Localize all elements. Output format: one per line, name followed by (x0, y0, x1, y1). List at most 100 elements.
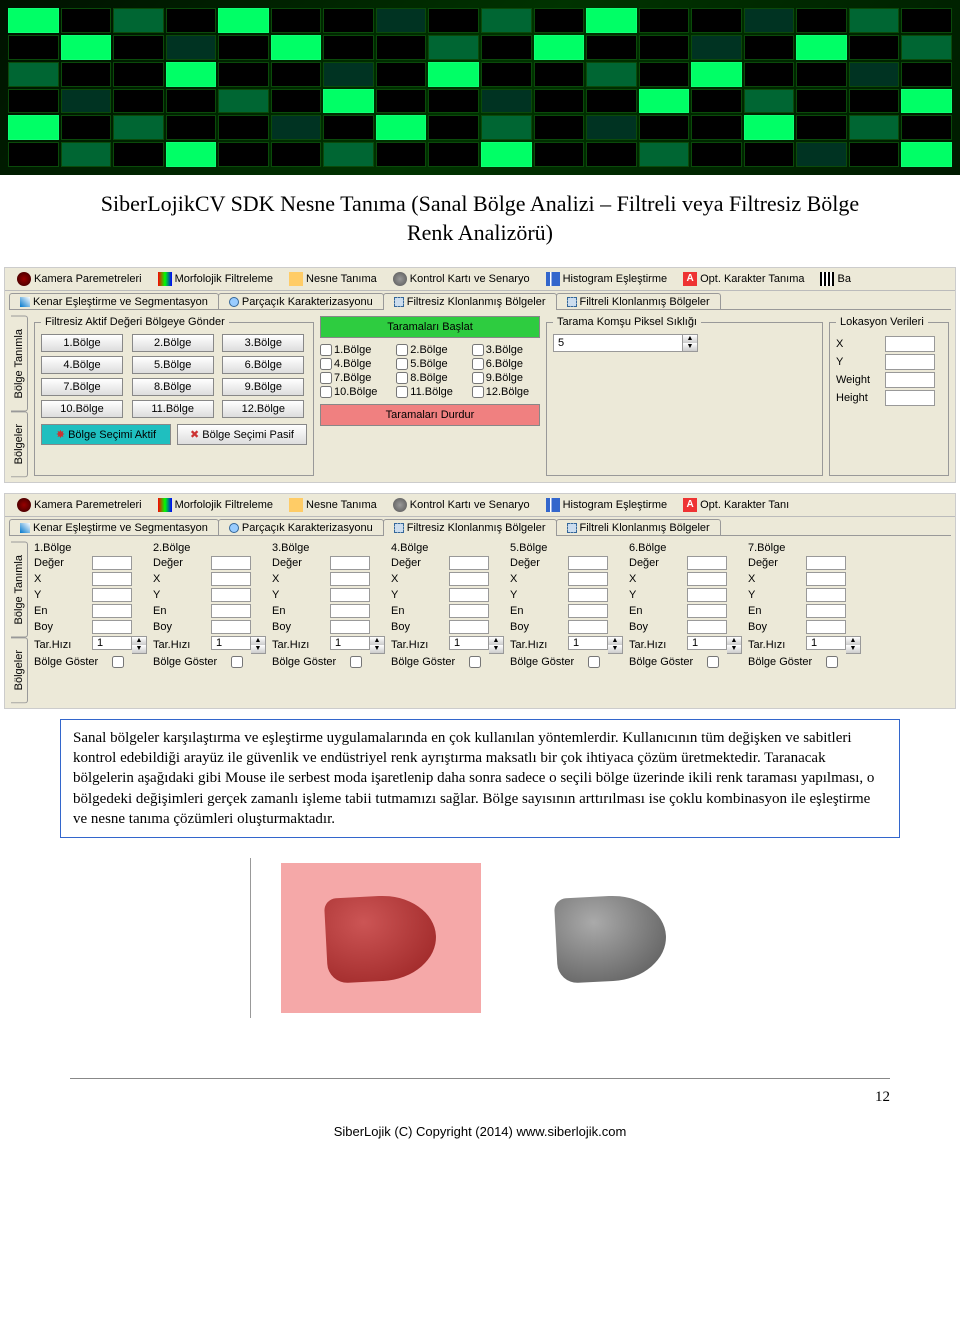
chk-bolge-2[interactable]: 2.Bölge (396, 344, 463, 356)
chk-bolge-1[interactable]: 1.Bölge (320, 344, 388, 356)
x-input[interactable] (330, 572, 370, 586)
en-input[interactable] (449, 604, 489, 618)
lok-h-input[interactable] (885, 390, 935, 406)
spin-down-icon[interactable]: ▼ (727, 645, 741, 653)
chk-bolge-12-input[interactable] (472, 386, 484, 398)
chk-bolge-9-input[interactable] (472, 372, 484, 384)
en-input[interactable] (330, 604, 370, 618)
spin-down-icon[interactable]: ▼ (370, 645, 384, 653)
en-input[interactable] (568, 604, 608, 618)
x-input[interactable] (568, 572, 608, 586)
y-input[interactable] (92, 588, 132, 602)
chk-bolge-11-input[interactable] (396, 386, 408, 398)
tool-kontrol[interactable]: Kontrol Kartı ve Senaryo (385, 270, 538, 288)
deger-input[interactable] (806, 556, 846, 570)
tab-filtresiz-2[interactable]: Filtresiz Klonlanmış Bölgeler (383, 519, 557, 536)
bolge-btn-10[interactable]: 10.Bölge (41, 400, 123, 418)
spin-up-icon[interactable]: ▲ (727, 637, 741, 645)
vtab-bolge-tanimla-2[interactable]: Bölge Tanımla (11, 542, 28, 638)
tab-kenar[interactable]: Kenar Eşleştirme ve Segmentasyon (9, 293, 219, 310)
bolge-btn-1[interactable]: 1.Bölge (41, 334, 123, 352)
spin-up-icon[interactable]: ▲ (251, 637, 265, 645)
bolge-btn-6[interactable]: 6.Bölge (222, 356, 304, 374)
tarhizi-spinner[interactable]: ▲▼ (330, 636, 385, 654)
x-input[interactable] (687, 572, 727, 586)
lok-y-input[interactable] (885, 354, 935, 370)
piksel-spinner[interactable]: ▲▼ (553, 334, 816, 352)
bolge-btn-2[interactable]: 2.Bölge (132, 334, 214, 352)
tool-kamera-2[interactable]: Kamera Paremetreleri (9, 496, 150, 514)
spin-down-icon[interactable]: ▼ (132, 645, 146, 653)
tarhizi-spinner[interactable]: ▲▼ (92, 636, 147, 654)
spin-down-icon[interactable]: ▼ (846, 645, 860, 653)
x-input[interactable] (211, 572, 251, 586)
goster-checkbox[interactable] (112, 656, 124, 668)
x-input[interactable] (449, 572, 489, 586)
spin-down-icon[interactable]: ▼ (489, 645, 503, 653)
tab-filtreli[interactable]: Filtreli Klonlanmış Bölgeler (556, 293, 721, 310)
y-input[interactable] (568, 588, 608, 602)
goster-checkbox[interactable] (707, 656, 719, 668)
en-input[interactable] (806, 604, 846, 618)
chk-bolge-3[interactable]: 3.Bölge (472, 344, 540, 356)
lok-w-input[interactable] (885, 372, 935, 388)
spin-down-icon[interactable]: ▼ (683, 343, 697, 351)
tab-parcacik-2[interactable]: Parçaçık Karakterizasyonu (218, 519, 384, 536)
deger-input[interactable] (211, 556, 251, 570)
durdur-button[interactable]: Taramaları Durdur (320, 404, 540, 426)
bolge-btn-5[interactable]: 5.Bölge (132, 356, 214, 374)
lok-x-input[interactable] (885, 336, 935, 352)
tarhizi-spinner[interactable]: ▲▼ (211, 636, 266, 654)
vtab-bolgeler-2[interactable]: Bölgeler (11, 637, 28, 703)
chk-bolge-8[interactable]: 8.Bölge (396, 372, 463, 384)
tarhizi-input[interactable] (330, 636, 370, 650)
y-input[interactable] (449, 588, 489, 602)
spin-up-icon[interactable]: ▲ (683, 335, 697, 343)
chk-bolge-5-input[interactable] (396, 358, 408, 370)
tarhizi-input[interactable] (568, 636, 608, 650)
spin-down-icon[interactable]: ▼ (608, 645, 622, 653)
chk-bolge-6-input[interactable] (472, 358, 484, 370)
tarhizi-input[interactable] (92, 636, 132, 650)
bolge-btn-8[interactable]: 8.Bölge (132, 378, 214, 396)
tarhizi-input[interactable] (687, 636, 727, 650)
deger-input[interactable] (330, 556, 370, 570)
chk-bolge-1-input[interactable] (320, 344, 332, 356)
piksel-input[interactable] (553, 334, 683, 352)
en-input[interactable] (211, 604, 251, 618)
tarhizi-input[interactable] (449, 636, 489, 650)
boy-input[interactable] (92, 620, 132, 634)
chk-bolge-9[interactable]: 9.Bölge (472, 372, 540, 384)
tarhizi-spinner[interactable]: ▲▼ (687, 636, 742, 654)
chk-bolge-10[interactable]: 10.Bölge (320, 386, 388, 398)
tool-histogram[interactable]: Histogram Eşleştirme (538, 270, 676, 288)
boy-input[interactable] (687, 620, 727, 634)
tarhizi-input[interactable] (806, 636, 846, 650)
tool-opt[interactable]: AOpt. Karakter Tanıma (675, 270, 812, 288)
chk-bolge-8-input[interactable] (396, 372, 408, 384)
chk-bolge-7[interactable]: 7.Bölge (320, 372, 388, 384)
y-input[interactable] (211, 588, 251, 602)
goster-checkbox[interactable] (231, 656, 243, 668)
tarhizi-spinner[interactable]: ▲▼ (806, 636, 861, 654)
y-input[interactable] (806, 588, 846, 602)
tool-kontrol-2[interactable]: Kontrol Kartı ve Senaryo (385, 496, 538, 514)
tarhizi-spinner[interactable]: ▲▼ (449, 636, 504, 654)
chk-bolge-2-input[interactable] (396, 344, 408, 356)
spin-down-icon[interactable]: ▼ (251, 645, 265, 653)
en-input[interactable] (92, 604, 132, 618)
secim-aktif-button[interactable]: ✸Bölge Seçimi Aktif (41, 424, 171, 445)
spin-up-icon[interactable]: ▲ (370, 637, 384, 645)
bolge-btn-11[interactable]: 11.Bölge (132, 400, 214, 418)
tool-histogram-2[interactable]: Histogram Eşleştirme (538, 496, 676, 514)
chk-bolge-10-input[interactable] (320, 386, 332, 398)
chk-bolge-12[interactable]: 12.Bölge (472, 386, 540, 398)
bolge-btn-9[interactable]: 9.Bölge (222, 378, 304, 396)
boy-input[interactable] (211, 620, 251, 634)
spin-up-icon[interactable]: ▲ (489, 637, 503, 645)
tab-parcacik[interactable]: Parçaçık Karakterizasyonu (218, 293, 384, 310)
chk-bolge-6[interactable]: 6.Bölge (472, 358, 540, 370)
tool-opt-2[interactable]: AOpt. Karakter Tanı (675, 496, 797, 514)
secim-pasif-button[interactable]: ✖Bölge Seçimi Pasif (177, 424, 307, 445)
spin-up-icon[interactable]: ▲ (608, 637, 622, 645)
